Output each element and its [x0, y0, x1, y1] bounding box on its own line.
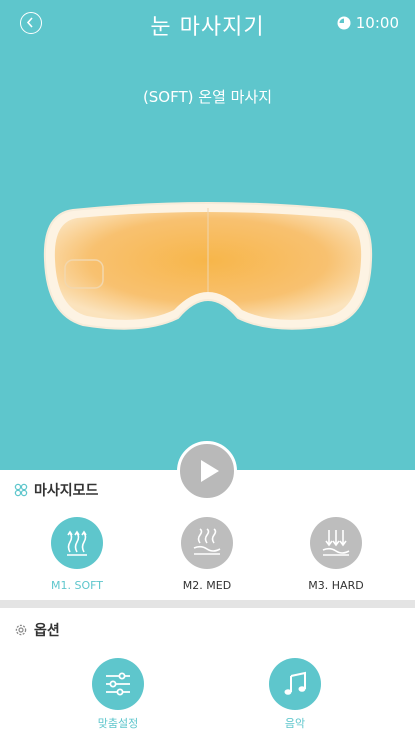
- music-note-icon: [284, 671, 306, 695]
- hero-area: 눈 마사지기 10:00 (SOFT) 온열 마사지: [0, 0, 415, 470]
- mode-m2-med[interactable]: M2. MED: [152, 517, 262, 592]
- mode-m2-circle: [181, 517, 233, 569]
- eye-mask-illustration: [43, 202, 373, 330]
- option-music-label: 음악: [284, 717, 306, 730]
- option-custom-label: 맞춤설정: [97, 717, 139, 730]
- clover-icon: [14, 483, 28, 497]
- option-custom-settings[interactable]: 맞춤설정: [63, 658, 173, 731]
- option-music[interactable]: 음악: [240, 658, 350, 731]
- mode-m1-soft[interactable]: M1. SOFT: [22, 517, 132, 592]
- heat-hand-icon: [193, 528, 221, 555]
- section-divider: [0, 600, 415, 608]
- massage-mode-heading: 마사지모드: [34, 483, 99, 499]
- timer-value: 10:00: [355, 14, 399, 32]
- option-music-circle: [269, 658, 321, 710]
- timer-display: 10:00: [337, 14, 399, 32]
- current-mode-title: (SOFT) 온열 마사지: [142, 88, 273, 106]
- options-heading: 옵션: [34, 623, 60, 639]
- option-custom-circle: [92, 658, 144, 710]
- mode-m3-label: M3. HARD: [308, 579, 364, 592]
- mode-m3-circle: [310, 517, 362, 569]
- heat-waves-icon: [67, 530, 87, 556]
- play-icon: [201, 460, 219, 482]
- options-header: 옵션: [14, 620, 60, 640]
- mode-m3-hard[interactable]: M3. HARD: [281, 517, 391, 592]
- press-down-icon: [322, 530, 350, 556]
- mode-m1-label: M1. SOFT: [51, 579, 103, 592]
- play-button[interactable]: [177, 441, 237, 501]
- clock-icon: [337, 16, 351, 30]
- mode-m1-circle: [51, 517, 103, 569]
- app-header: 눈 마사지기 10:00: [0, 0, 415, 50]
- sliders-icon: [106, 672, 130, 696]
- mode-m2-label: M2. MED: [182, 579, 232, 592]
- massage-mode-header: 마사지모드: [14, 480, 98, 500]
- gear-icon: [15, 624, 27, 636]
